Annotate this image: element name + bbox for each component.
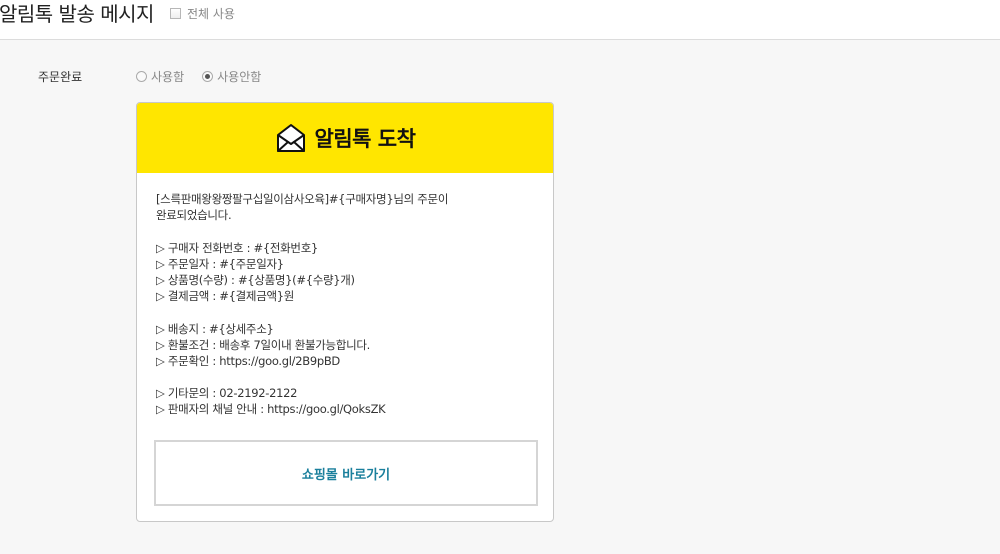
envelope-icon bbox=[276, 124, 305, 152]
radio-option-not-use[interactable]: 사용안함 bbox=[202, 68, 261, 85]
radio-option-use[interactable]: 사용함 bbox=[136, 68, 184, 85]
message-line: ▷ 결제금액 : #{결제금액}원 bbox=[156, 289, 295, 304]
message-line: ▷ 판매자의 채널 안내 : https://goo.gl/QoksZK bbox=[156, 402, 386, 417]
page-title: 알림톡 발송 메시지 bbox=[0, 2, 154, 26]
usage-radio-group: 사용함 사용안함 bbox=[136, 68, 279, 85]
message-line: ▷ 상품명(수량) : #{상품명}(#{수량}개) bbox=[156, 272, 355, 287]
alimtalk-preview-card: 알림톡 도착 [스륵판매왕왕짱팔구십일이삼사오육]#{구매자명}님의 주문이 완… bbox=[136, 102, 554, 522]
card-title: 알림톡 도착 bbox=[314, 127, 416, 151]
message-line: ▷ 주문일자 : #{주문일자} bbox=[156, 256, 284, 271]
message-line: ▷ 주문확인 : https://goo.gl/2B9pBD bbox=[156, 353, 340, 368]
message-line: ▷ 구매자 전화번호 : #{전화번호} bbox=[156, 240, 318, 255]
all-use-label: 전체 사용 bbox=[187, 7, 235, 21]
shopping-mall-button[interactable]: 쇼핑몰 바로가기 bbox=[154, 440, 538, 506]
message-line: 완료되었습니다. bbox=[156, 208, 232, 223]
order-complete-label: 주문완료 bbox=[38, 70, 83, 84]
radio-not-use-label: 사용안함 bbox=[217, 70, 262, 84]
card-header: 알림톡 도착 bbox=[137, 103, 553, 173]
radio-use-label: 사용함 bbox=[151, 70, 185, 84]
message-line: ▷ 환불조건 : 배송후 7일이내 환불가능합니다. bbox=[156, 337, 371, 352]
message-body: [스륵판매왕왕짱팔구십일이삼사오육]#{구매자명}님의 주문이 완료되었습니다.… bbox=[137, 173, 553, 418]
message-line: [스륵판매왕왕짱팔구십일이삼사오육]#{구매자명}님의 주문이 bbox=[156, 192, 449, 206]
radio-use[interactable] bbox=[136, 71, 147, 82]
all-use-checkbox[interactable]: 전체 사용 bbox=[170, 5, 235, 22]
message-line: ▷ 배송지 : #{상세주소} bbox=[156, 321, 274, 336]
page-header: 알림톡 발송 메시지 전체 사용 bbox=[0, 0, 1000, 40]
message-line: ▷ 기타문의 : 02-2192-2122 bbox=[156, 386, 298, 401]
checkbox-box[interactable] bbox=[170, 8, 181, 19]
radio-not-use[interactable] bbox=[202, 71, 214, 82]
